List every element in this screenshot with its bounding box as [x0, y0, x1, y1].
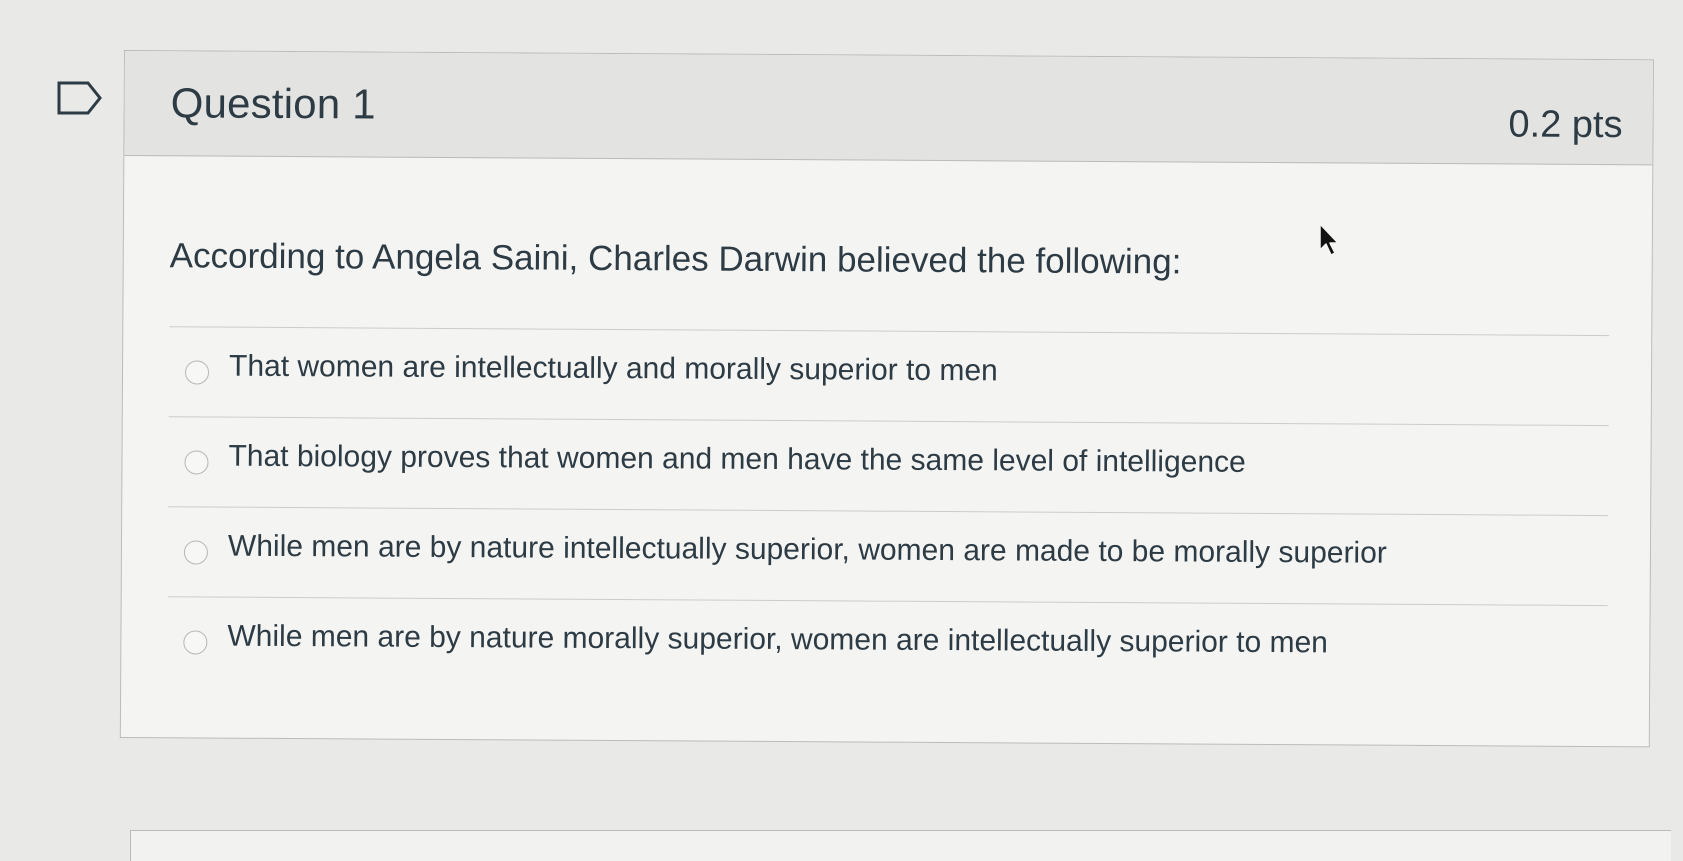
answer-option[interactable]: That biology proves that women and men h… — [168, 416, 1609, 516]
question-card: Question 1 0.2 pts According to Angela S… — [119, 50, 1654, 748]
flag-question-icon[interactable] — [56, 80, 104, 116]
question-header: Question 1 0.2 pts — [124, 51, 1653, 166]
mouse-cursor-icon — [1319, 223, 1339, 256]
radio-button[interactable] — [183, 630, 208, 655]
question-text: According to Angela Saini, Charles Darwi… — [169, 236, 1182, 282]
radio-button[interactable] — [183, 540, 209, 565]
answer-label[interactable]: While men are by nature intellectually s… — [228, 530, 1387, 571]
radio-button[interactable] — [184, 360, 210, 385]
answer-option[interactable]: That women are intellectually and morall… — [168, 326, 1610, 426]
answer-label[interactable]: That women are intellectually and morall… — [229, 350, 998, 389]
question-points: 0.2 pts — [1508, 103, 1623, 147]
radio-button[interactable] — [184, 450, 209, 475]
answer-label[interactable]: That biology proves that women and men h… — [228, 440, 1245, 480]
question-title: Question 1 — [170, 79, 376, 128]
answer-list: That women are intellectually and morall… — [167, 326, 1610, 696]
answer-label[interactable]: While men are by nature morally superior… — [227, 620, 1328, 661]
answer-option[interactable]: While men are by nature morally superior… — [167, 596, 1608, 696]
answer-option[interactable]: While men are by nature intellectually s… — [167, 506, 1609, 606]
next-question-card — [130, 830, 1671, 861]
